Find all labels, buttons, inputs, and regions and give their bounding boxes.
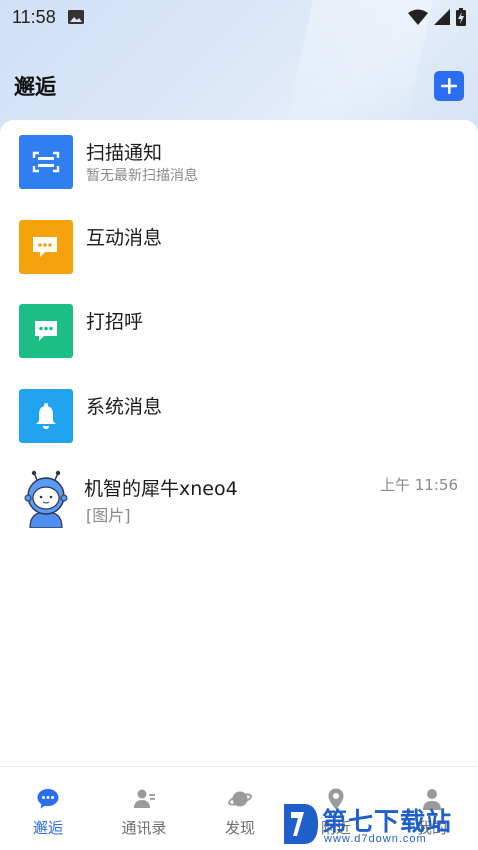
wifi-icon [408,9,428,25]
row-title: 系统消息 [86,396,163,418]
tab-label: 发现 [224,819,255,837]
message-icon [19,304,73,358]
row-title: 打招呼 [86,311,144,333]
row-title: 互动消息 [86,227,163,249]
watermark-url: www.d7down.com [324,833,427,845]
chat-row[interactable]: 机智的犀牛xneo4 上午 11:56 [图片] [0,458,478,542]
tab-label: 邂逅 [32,819,63,837]
interaction-message-row[interactable]: 互动消息 [0,205,478,289]
battery-icon [456,8,466,26]
status-time: 11:58 [12,6,56,27]
image-notification-icon [67,10,84,24]
tab-discover[interactable]: 发现 [192,767,288,850]
planet-icon [228,791,252,807]
tab-contacts[interactable]: 通讯录 [96,767,192,850]
scan-notification-row[interactable]: 扫描通知 暂无最新扫描消息 [0,120,478,204]
page-title: 邂逅 [14,75,56,99]
contacts-icon [134,789,155,808]
add-button[interactable] [434,71,464,101]
watermark-logo [284,804,318,844]
avatar [24,470,68,528]
scan-icon [19,135,73,189]
system-message-row[interactable]: 系统消息 [0,374,478,458]
signal-icon [434,9,450,25]
bell-icon [19,389,73,443]
chat-bubble-icon [19,220,73,274]
app-header: 邂逅 [0,60,478,112]
chat-preview: [图片] [86,506,131,525]
chat-contact-name: 机智的犀牛xneo4 [84,478,238,500]
chat-timestamp: 上午 11:56 [380,476,458,494]
plus-icon [441,78,457,94]
message-list: 扫描通知 暂无最新扫描消息 互动消息 打招呼 系统消息 机智的犀牛xneo4 上… [0,120,478,766]
row-subtitle: 暂无最新扫描消息 [86,168,198,184]
chat-tab-icon [37,789,59,809]
tab-label: 通讯录 [121,819,167,837]
status-bar: 11:58 [0,0,478,34]
status-indicators [408,8,466,26]
row-title: 扫描通知 [86,142,163,164]
watermark: 第七下载站 www.d7down.com [282,800,478,850]
greeting-row[interactable]: 打招呼 [0,289,478,373]
tab-encounter[interactable]: 邂逅 [0,767,96,850]
